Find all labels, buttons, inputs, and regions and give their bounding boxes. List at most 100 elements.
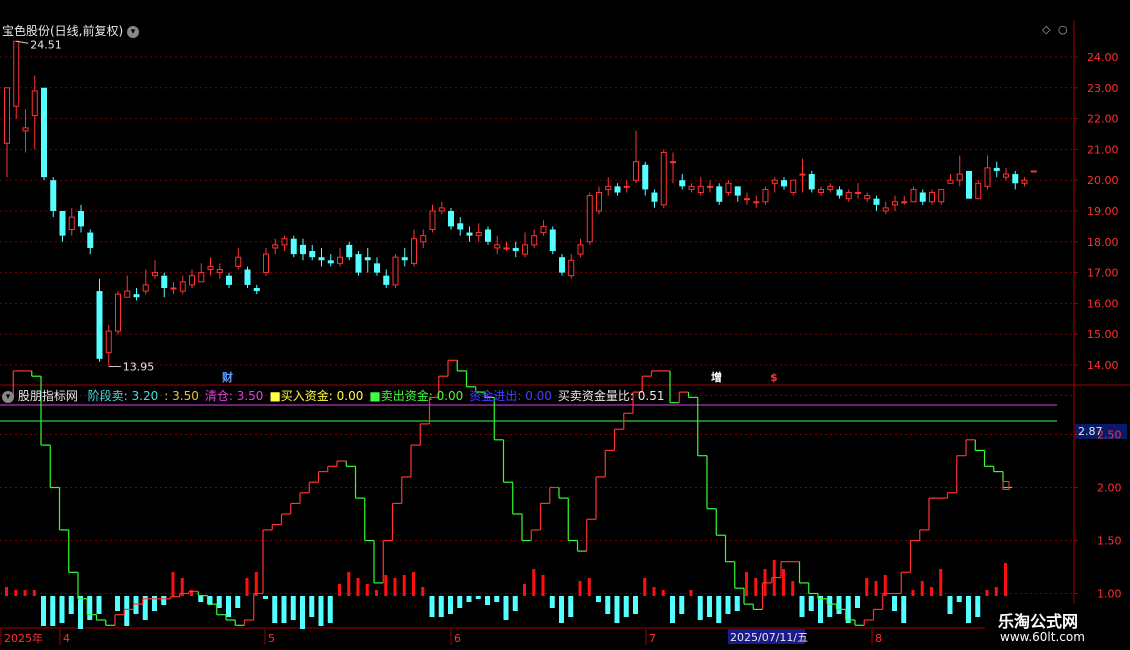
fund-flow-bar	[448, 596, 453, 614]
fund-flow-bar	[5, 587, 8, 596]
chevron-down-icon[interactable]: ▾	[127, 25, 140, 38]
fund-flow-bar	[623, 596, 629, 617]
fund-flow-bar	[402, 575, 406, 596]
candle[interactable]	[355, 251, 362, 276]
fund-flow-bar	[384, 575, 388, 596]
fund-flow-bar	[327, 596, 333, 623]
indicator-tick-label: 2.00	[1097, 482, 1122, 495]
fund-flow-bar	[485, 596, 490, 605]
fund-flow-bar	[78, 596, 83, 629]
fund-flow-bar	[578, 581, 582, 596]
indicator-legend-item: 清仓: 3.50	[205, 389, 264, 403]
candle[interactable]	[115, 291, 121, 335]
indicator-legend-item: 买卖资金量比: 0.51	[558, 389, 665, 403]
candle[interactable]	[96, 278, 103, 362]
fund-flow-bar	[475, 596, 481, 599]
diamond-icon[interactable]: ◇	[1042, 23, 1050, 36]
candle[interactable]	[660, 149, 667, 208]
settings-icon[interactable]: ▾	[2, 390, 14, 403]
fund-flow-bar	[799, 596, 805, 617]
candle[interactable]	[975, 180, 982, 200]
fund-flow-bar	[670, 596, 675, 623]
fund-flow-bar	[754, 578, 758, 596]
candle[interactable]	[966, 170, 972, 199]
candle[interactable]	[392, 254, 399, 288]
candle[interactable]	[244, 266, 251, 288]
circle-icon[interactable]: ○	[1058, 23, 1068, 36]
fund-flow-bar	[494, 596, 500, 602]
candle[interactable]	[586, 192, 593, 245]
fund-flow-bar	[614, 596, 620, 623]
fund-flow-bar	[966, 596, 971, 623]
fund-flow-bar	[87, 596, 93, 620]
fund-flow-bar	[115, 596, 120, 611]
price-tick-label: 14.00	[1087, 359, 1119, 372]
fund-flow-bar	[836, 596, 842, 614]
fund-flow-bar	[532, 569, 536, 596]
fund-flow-bar	[226, 596, 231, 617]
fund-flow-bar	[745, 572, 748, 596]
fund-flow-bar	[1004, 563, 1007, 596]
fund-flow-bar	[549, 596, 555, 608]
indicator-legend-value: 0.00	[332, 389, 364, 403]
fund-flow-bar	[827, 596, 833, 617]
fund-flow-bar	[643, 578, 647, 596]
time-axis-label: 4	[63, 632, 70, 645]
fund-flow-bar	[41, 596, 46, 626]
event-marker: 增	[711, 370, 722, 384]
fund-flow-bar	[855, 596, 860, 608]
fund-flow-bar	[198, 596, 204, 602]
fund-flow-bar	[956, 596, 962, 602]
fund-flow-bar	[50, 596, 56, 626]
fund-flow-bar	[689, 590, 693, 596]
fund-flow-bar	[124, 596, 130, 626]
fund-flow-bar	[142, 596, 148, 620]
time-axis-label: 5	[268, 632, 275, 645]
indicator-legend-item: 资金进出: 0.00	[469, 389, 552, 403]
fund-flow-bar	[503, 596, 509, 620]
fund-flow-bar	[892, 596, 897, 611]
indicator-legend-label: ■买入资金:	[269, 389, 333, 403]
main-chart-title[interactable]: 宝色股份(日线,前复权) ▾	[2, 22, 140, 39]
candle[interactable]	[549, 226, 556, 255]
fund-flow-bar	[883, 575, 887, 596]
time-axis-label: 8	[875, 632, 882, 645]
fund-flow-bar	[457, 596, 463, 608]
fund-flow-bar	[245, 578, 249, 596]
indicator-tick-label: 2.50	[1097, 429, 1122, 442]
fund-flow-bar	[782, 569, 785, 596]
candle[interactable]	[41, 87, 47, 181]
fund-flow-bar	[421, 587, 425, 596]
fund-flow-bar	[920, 581, 924, 596]
fund-flow-bar	[865, 578, 869, 596]
indicator-name: 股朋指标网	[17, 389, 78, 403]
price-tick-label: 23.00	[1087, 82, 1119, 95]
fund-flow-bar	[466, 596, 472, 602]
candle[interactable]	[808, 170, 815, 193]
indicator-legend-item: : 3.50	[164, 389, 199, 403]
fund-flow-bar	[523, 584, 526, 596]
candle[interactable]	[290, 235, 297, 258]
indicator-legend-label: ■卖出资金:	[369, 389, 433, 403]
fund-flow-bar	[309, 596, 315, 617]
candle[interactable]	[448, 207, 454, 230]
fund-flow-bar	[994, 587, 998, 596]
indicator-legend-item: ■卖出资金: 0.00	[369, 389, 463, 403]
fund-flow-bar	[734, 596, 740, 611]
indicator-legend-value: 0.51	[633, 389, 665, 403]
watermark-title: 乐淘公式网	[998, 612, 1079, 631]
candle[interactable]	[762, 186, 769, 205]
candle[interactable]	[716, 183, 723, 205]
fund-flow-bar	[438, 596, 444, 617]
candle[interactable]	[559, 254, 565, 276]
price-tick-label: 21.00	[1087, 143, 1119, 156]
indicator-tick-label: 1.00	[1097, 588, 1122, 601]
fund-flow-bar	[697, 596, 703, 620]
indicator-legend-value: 3.50	[168, 389, 199, 403]
indicator-legend-item: ■买入资金: 0.00	[269, 389, 363, 403]
candle[interactable]	[1030, 170, 1037, 173]
fund-flow-bar	[679, 596, 685, 614]
fund-flow-bar	[568, 596, 574, 617]
fund-flow-bar	[587, 578, 591, 596]
fund-flow-bar	[661, 590, 665, 596]
